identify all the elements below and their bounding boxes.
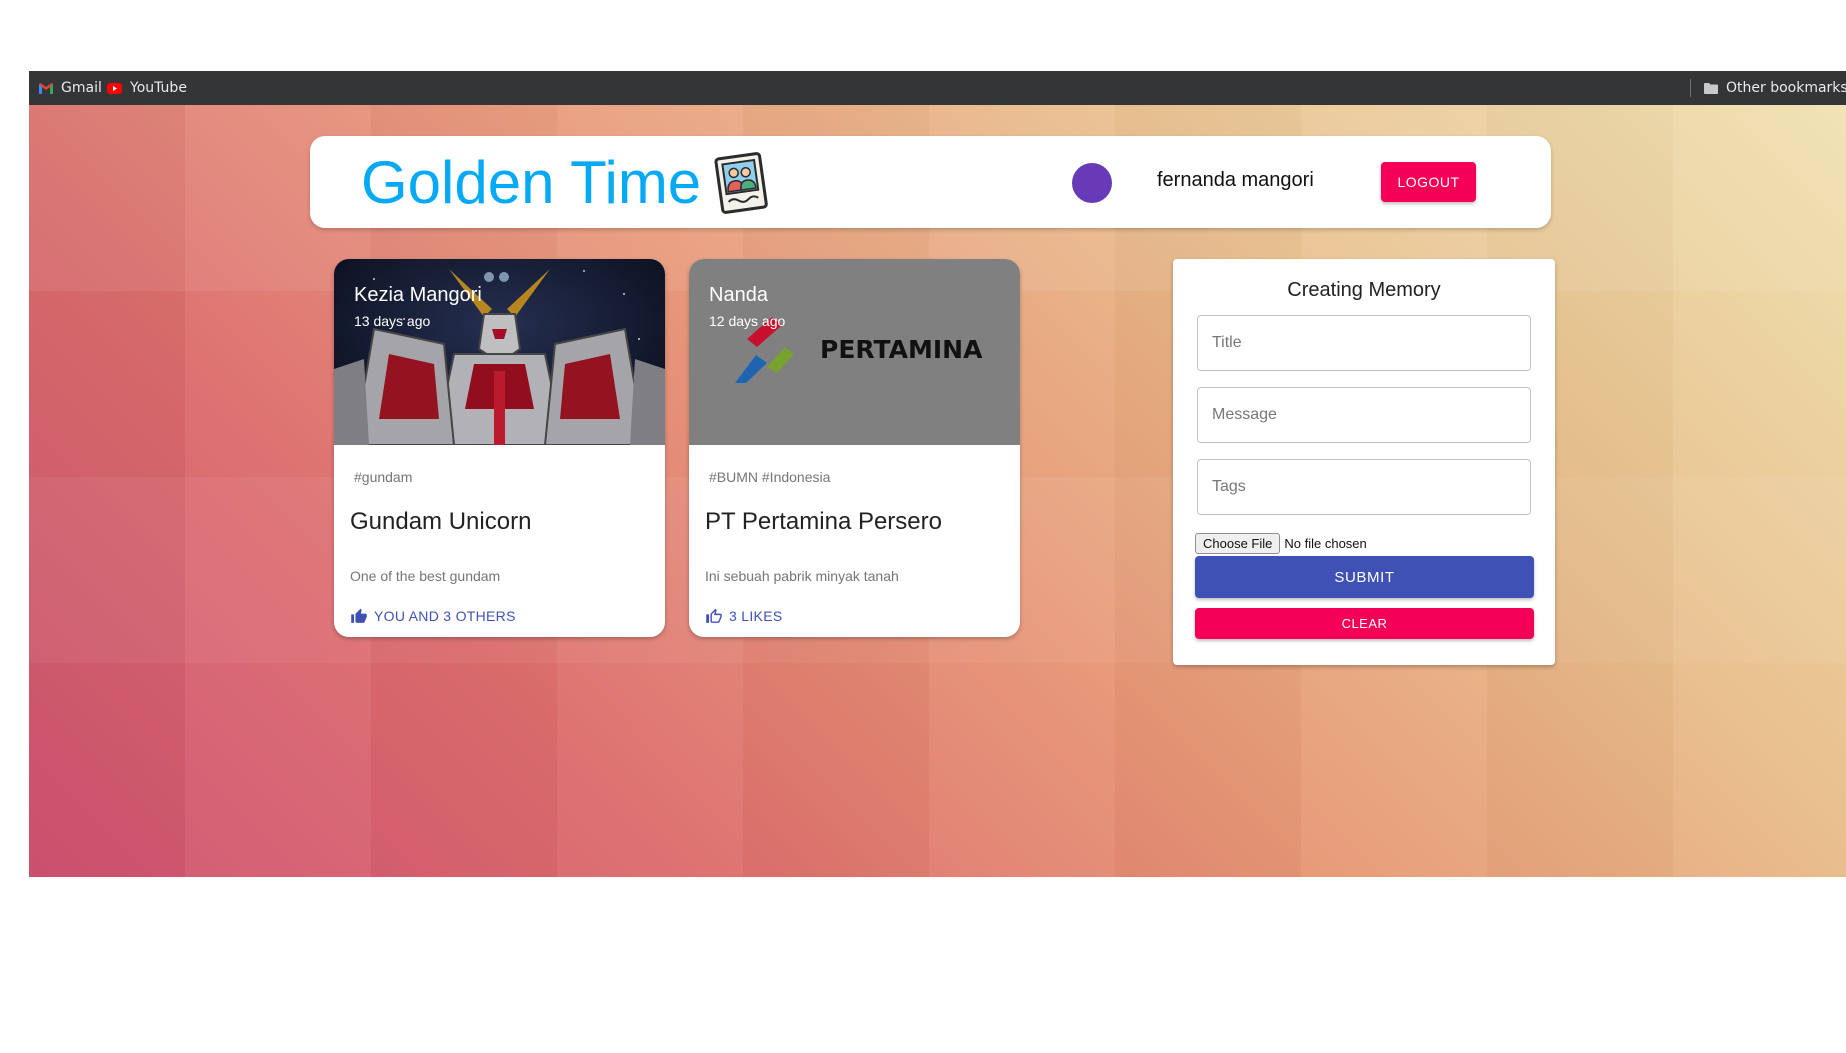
title-input[interactable] [1197,315,1531,371]
youtube-icon [107,82,122,94]
other-bookmarks-label: Other bookmarks [1726,80,1846,96]
post-tags: #BUMN #Indonesia [709,469,831,485]
app-title: Golden Time [361,149,702,216]
bookmark-gmail[interactable]: Gmail [39,71,102,105]
post-image: Kezia Mangori 13 days ago [334,259,665,445]
thumb-up-outline-icon [706,608,722,623]
gmail-icon [39,82,53,94]
app-bar: Golden Time fernanda mangori LOGOUT [310,136,1551,228]
post-time: 12 days ago [709,313,786,329]
post-message: Ini sebuah pabrik minyak tanah [705,568,899,584]
choose-file-button[interactable]: Choose File [1195,533,1281,554]
tags-input[interactable] [1197,459,1531,515]
memories-photo-icon [714,152,768,214]
create-memory-form: Creating Memory Choose File No file chos… [1173,259,1555,665]
avatar[interactable] [1072,163,1112,203]
post-image: PERTAMINA Nanda 12 days ago [689,259,1020,445]
bookmarks-divider [1690,79,1691,97]
like-button[interactable]: YOU AND 3 OTHERS [350,601,516,631]
post-message: One of the best gundam [350,568,501,584]
post-author: Nanda [709,284,768,306]
pertamina-logo-text: PERTAMINA [820,335,983,364]
bookmarks-bar: Gmail YouTube Other bookmarks [29,71,1846,105]
thumb-up-icon [351,608,367,623]
form-heading: Creating Memory [1287,279,1441,301]
file-status: No file chosen [1284,536,1367,551]
post-title: Gundam Unicorn [350,508,532,535]
post-time: 13 days ago [354,313,431,329]
bookmark-label: Gmail [61,80,102,96]
message-input[interactable] [1197,387,1531,443]
folder-icon [1704,82,1718,94]
like-button[interactable]: 3 LIKES [705,601,782,631]
post-title: PT Pertamina Persero [705,508,942,535]
like-count: 3 LIKES [729,608,783,624]
clear-button[interactable]: CLEAR [1195,608,1534,639]
post-card: Kezia Mangori 13 days ago #gundam Gundam… [334,259,665,637]
bookmark-label: YouTube [130,80,187,96]
logout-button[interactable]: LOGOUT [1381,162,1476,202]
like-count: YOU AND 3 OTHERS [374,608,516,624]
file-input: Choose File No file chosen [1195,533,1367,554]
bookmark-youtube[interactable]: YouTube [107,71,187,105]
page-background: Golden Time fernanda mangori LOGOUT Kezi… [29,105,1846,877]
post-author: Kezia Mangori [354,284,482,306]
post-card: PERTAMINA Nanda 12 days ago #BUMN #Indon… [689,259,1020,637]
submit-button[interactable]: SUBMIT [1195,556,1534,598]
post-tags: #gundam [354,469,413,485]
user-name: fernanda mangori [1157,169,1314,191]
other-bookmarks[interactable]: Other bookmarks [1704,71,1846,105]
